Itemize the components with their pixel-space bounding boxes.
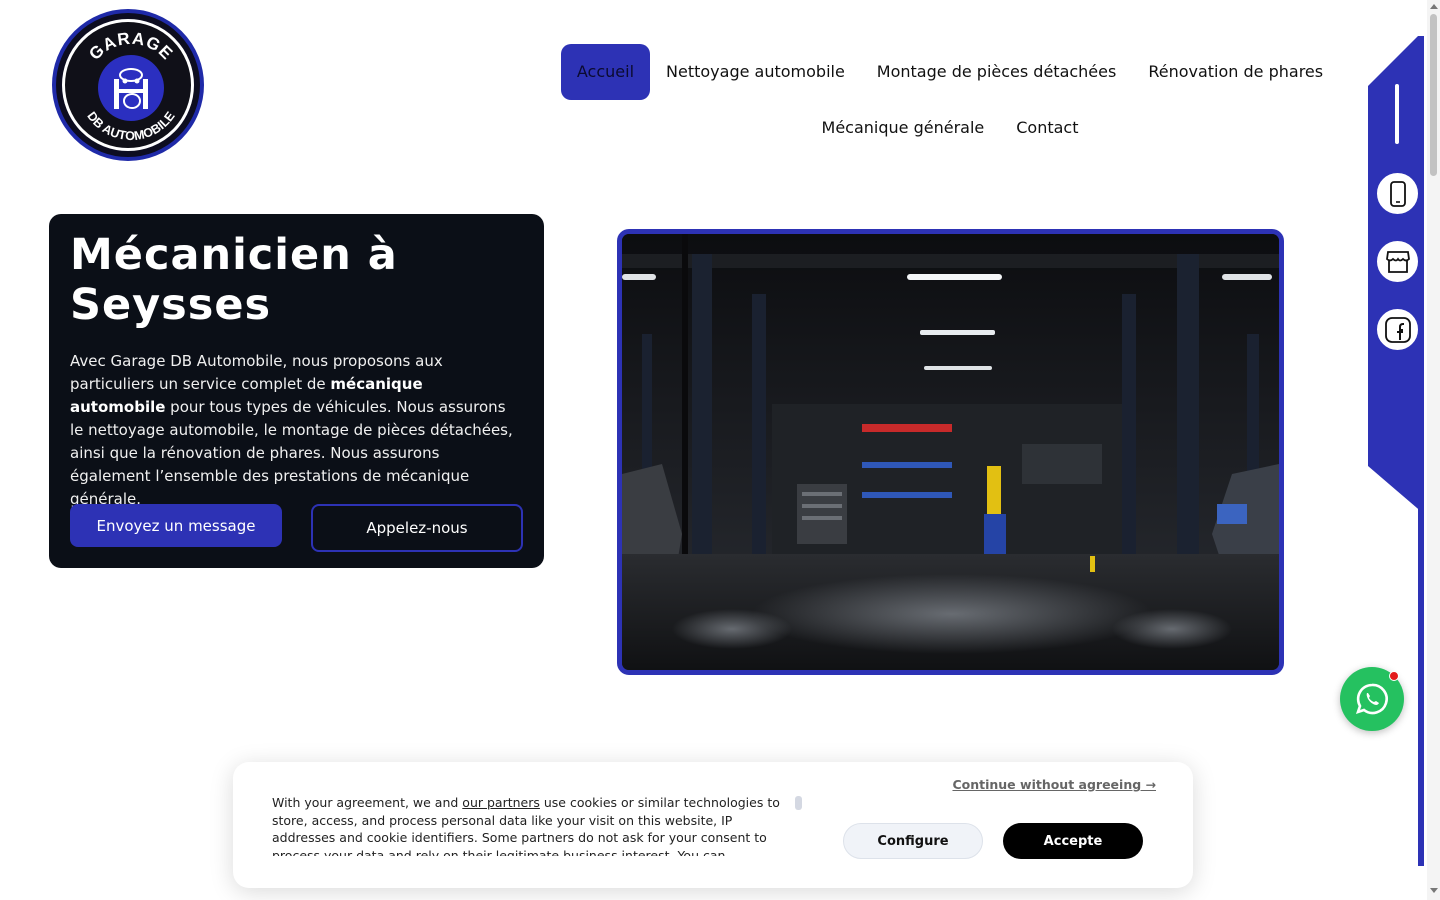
configure-button[interactable]: Configure [843, 823, 983, 859]
nav-item-mecanique[interactable]: Mécanique générale [806, 100, 1001, 156]
storefront-icon[interactable] [1375, 239, 1420, 284]
scroll-down-arrow[interactable] [1430, 888, 1438, 893]
garage-illustration [622, 234, 1279, 670]
garage-image [617, 229, 1284, 675]
phone-icon[interactable] [1375, 171, 1420, 216]
nav-item-contact[interactable]: Contact [1000, 100, 1094, 156]
cookie-banner: With your agreement, we and our partners… [233, 762, 1193, 888]
nav-row-1: Accueil Nettoyage automobile Montage de … [560, 44, 1340, 100]
nav-item-renovation[interactable]: Rénovation de phares [1132, 44, 1339, 100]
logo-badge: GARAGE DB AUTOMOBILE [62, 19, 194, 151]
notification-dot [1389, 671, 1399, 681]
hero-title: Mécanicien à Seysses [70, 230, 523, 330]
our-partners-link[interactable]: our partners [462, 795, 540, 810]
call-us-button[interactable]: Appelez-nous [311, 504, 523, 552]
scroll-thumb[interactable] [1430, 14, 1437, 176]
nav-item-montage[interactable]: Montage de pièces détachées [861, 44, 1133, 100]
hero-title-line1: Mécanicien à [70, 230, 398, 280]
cookie-text-scrollbar[interactable] [795, 796, 802, 810]
cookie-text-start: With your agreement, we and [272, 795, 463, 810]
nav-item-nettoyage[interactable]: Nettoyage automobile [650, 44, 861, 100]
hero-card: Mécanicien à Seysses Avec Garage DB Auto… [49, 214, 544, 568]
site-logo[interactable]: GARAGE DB AUTOMOBILE [52, 9, 204, 161]
facebook-icon[interactable] [1375, 307, 1420, 352]
hero-title-line2: Seysses [70, 280, 272, 330]
nav-row-2: Mécanique générale Contact [560, 100, 1340, 156]
hero-description: Avec Garage DB Automobile, nous proposon… [70, 350, 523, 511]
scroll-up-arrow[interactable] [1430, 4, 1438, 9]
nav-item-accueil[interactable]: Accueil [560, 44, 651, 100]
accept-button[interactable]: Accepte [1003, 823, 1143, 859]
continue-without-agreeing-link[interactable]: Continue without agreeing → [952, 777, 1156, 792]
hero-buttons: Envoyez un message Appelez-nous [70, 504, 523, 552]
send-message-button[interactable]: Envoyez un message [70, 504, 282, 547]
cookie-text: With your agreement, we and our partners… [272, 794, 792, 856]
page-scrollbar[interactable] [1427, 0, 1440, 900]
car-lift-logo-icon [98, 55, 164, 121]
main-nav: Accueil Nettoyage automobile Montage de … [560, 44, 1340, 156]
whatsapp-icon [1355, 683, 1388, 715]
